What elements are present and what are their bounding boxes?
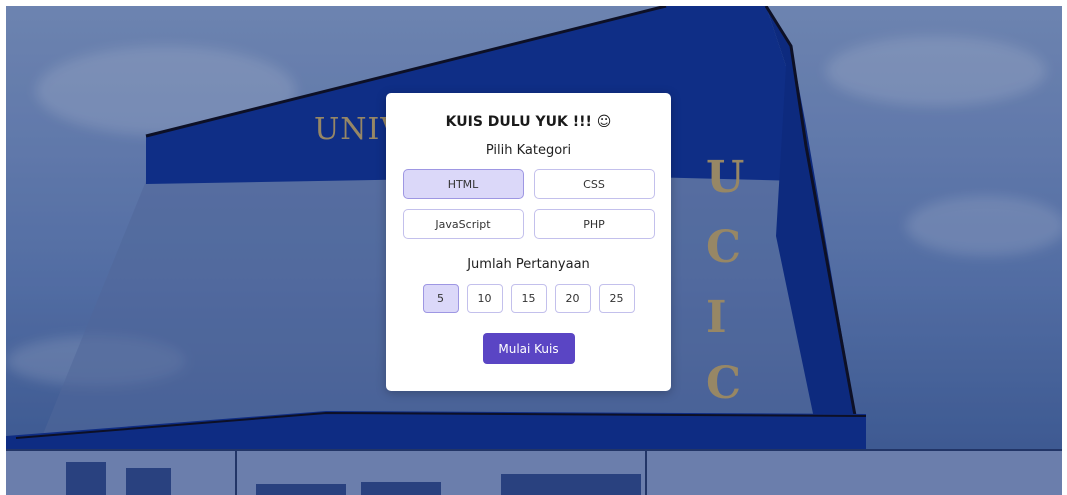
- category-html-button[interactable]: HTML: [402, 169, 524, 199]
- category-options: HTML CSS JavaScript PHP: [386, 169, 671, 239]
- category-javascript-button[interactable]: JavaScript: [402, 209, 524, 239]
- category-heading: Pilih Kategori: [485, 143, 572, 158]
- quiz-setup-modal: KUIS DULU YUK !!! ☺ Pilih Kategori HTML …: [386, 93, 671, 391]
- count-5-button[interactable]: 5: [422, 284, 459, 313]
- count-20-button[interactable]: 20: [554, 284, 591, 313]
- count-25-button[interactable]: 25: [598, 284, 635, 313]
- count-10-button[interactable]: 10: [466, 284, 503, 313]
- category-css-button[interactable]: CSS: [533, 169, 655, 199]
- category-php-button[interactable]: PHP: [533, 209, 655, 239]
- count-15-button[interactable]: 15: [510, 284, 547, 313]
- question-count-options: 5 10 15 20 25: [386, 284, 671, 313]
- start-quiz-button[interactable]: Mulai Kuis: [482, 333, 575, 364]
- quiz-title: KUIS DULU YUK !!! ☺: [445, 114, 612, 130]
- question-count-heading: Jumlah Pertanyaan: [467, 257, 590, 272]
